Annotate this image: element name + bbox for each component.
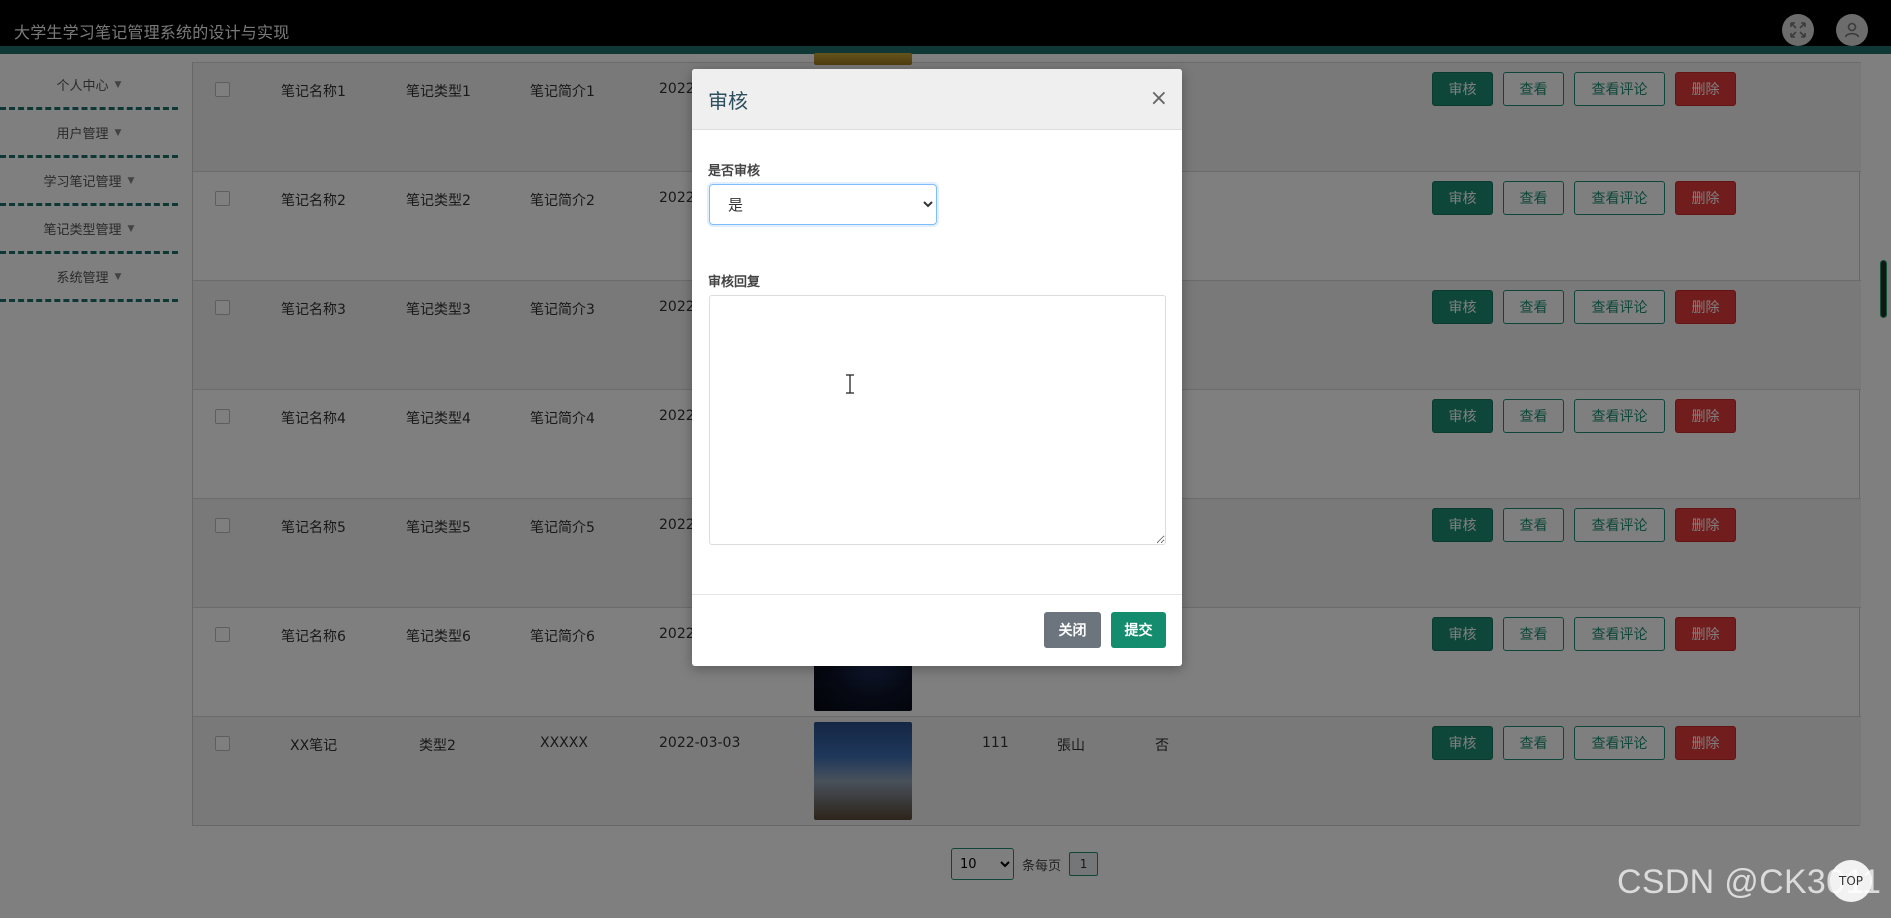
modal-body: 是否审核 是 审核回复 xyxy=(692,130,1182,596)
close-button[interactable]: 关闭 xyxy=(1044,612,1101,648)
close-icon[interactable]: × xyxy=(1150,88,1168,110)
modal-title: 审核 xyxy=(708,88,748,113)
submit-button[interactable]: 提交 xyxy=(1111,612,1166,648)
review-status-label: 是否审核 xyxy=(708,164,761,179)
review-reply-textarea[interactable] xyxy=(709,295,1166,545)
back-to-top-button[interactable]: TOP xyxy=(1830,860,1872,902)
page: 大学生学习笔记管理系统的设计与实现 个人中心 ▼ 用户管理 ▼ 学习笔记管理 ▼ xyxy=(0,0,1891,918)
modal-header: 审核 × xyxy=(692,69,1182,130)
text-cursor-icon xyxy=(846,374,854,394)
review-status-select[interactable]: 是 xyxy=(709,184,937,225)
review-reply-label: 审核回复 xyxy=(708,275,761,290)
review-modal: 审核 × 是否审核 是 审核回复 关闭 提交 xyxy=(692,69,1182,666)
modal-footer: 关闭 提交 xyxy=(692,594,1182,666)
